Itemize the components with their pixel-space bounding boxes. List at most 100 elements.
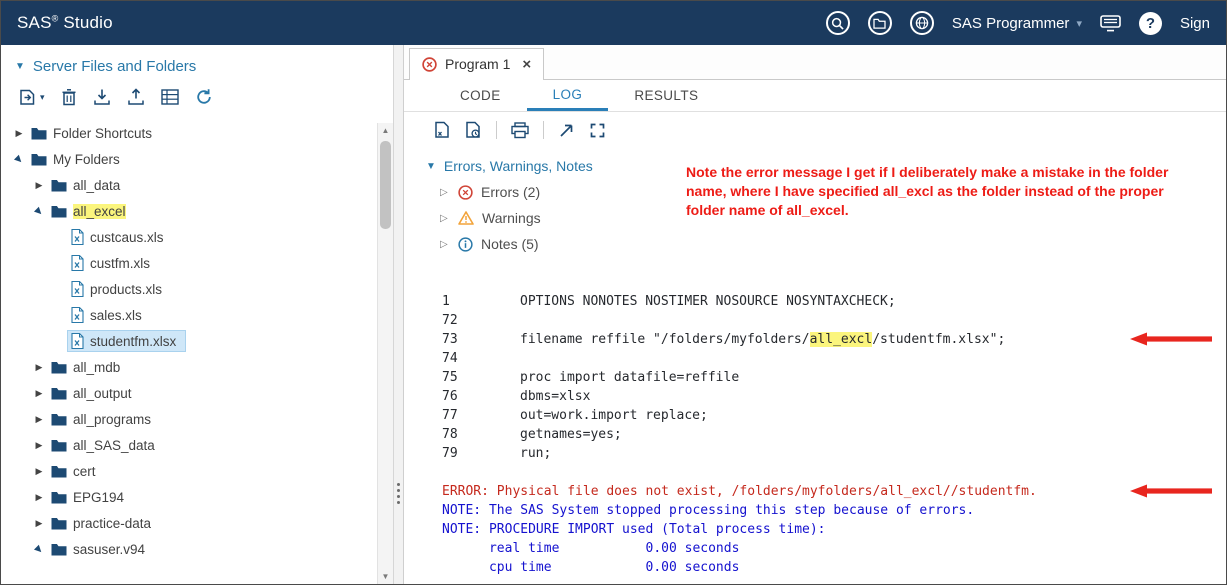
server-files-panel: ▼ Server Files and Folders ▾ bbox=[1, 45, 394, 584]
tree-item-all-sas-data[interactable]: ▶ all_SAS_data bbox=[1, 432, 393, 458]
collapse-icon[interactable]: ▶ bbox=[9, 149, 28, 168]
excel-file-icon bbox=[71, 281, 84, 297]
save-log-icon[interactable] bbox=[434, 121, 451, 139]
scroll-down-icon[interactable]: ▼ bbox=[378, 569, 393, 584]
expand-icon[interactable]: ▶ bbox=[31, 388, 47, 399]
tree-item-label: all_SAS_data bbox=[73, 438, 155, 453]
download-button[interactable] bbox=[93, 88, 111, 106]
expand-icon[interactable]: ▶ bbox=[31, 466, 47, 477]
tab-program-1[interactable]: Program 1 × bbox=[409, 48, 544, 80]
tab-log[interactable]: LOG bbox=[527, 80, 609, 111]
tree-item-sales-xls[interactable]: sales.xls bbox=[1, 302, 393, 328]
tree-item-sasuser-v94[interactable]: ▶sasuser.v94 bbox=[1, 536, 393, 562]
server-files-header[interactable]: ▼ Server Files and Folders bbox=[1, 45, 393, 83]
preferences-icon[interactable] bbox=[1100, 15, 1121, 32]
folder-icon bbox=[31, 153, 47, 166]
collapse-icon[interactable]: ▶ bbox=[29, 539, 48, 558]
folder-icon bbox=[51, 491, 67, 504]
divider bbox=[543, 121, 544, 139]
code-text: OPTIONS NONOTES NOSTIMER NOSOURCE NOSYNT… bbox=[520, 294, 896, 309]
delete-button[interactable] bbox=[61, 88, 77, 106]
folder-icon bbox=[51, 543, 67, 556]
splitter-handle-icon[interactable] bbox=[397, 483, 400, 504]
divider bbox=[496, 121, 497, 139]
expand-icon[interactable]: ▶ bbox=[31, 414, 47, 425]
clear-log-icon[interactable] bbox=[465, 121, 482, 139]
line-number: 76 bbox=[442, 387, 520, 406]
help-icon[interactable]: ? bbox=[1139, 12, 1162, 35]
line-number: 77 bbox=[442, 406, 520, 425]
expand-icon[interactable]: ▶ bbox=[11, 128, 27, 139]
log-line: 79run; bbox=[442, 444, 1226, 463]
tab-strip: Program 1 × bbox=[404, 45, 1226, 80]
tree-item-studentfm-xlsx[interactable]: studentfm.xlsx bbox=[1, 328, 393, 354]
open-new-window-icon[interactable] bbox=[558, 122, 575, 139]
notes-group[interactable]: ▷ Notes (5) bbox=[440, 236, 1226, 252]
user-menu-label: SAS Programmer bbox=[952, 15, 1070, 32]
sidebar-scrollbar[interactable]: ▲ ▼ bbox=[377, 123, 393, 584]
program-panel: Program 1 × CODE LOG RESULTS bbox=[404, 45, 1226, 584]
tree-item-all-output[interactable]: ▶all_output bbox=[1, 380, 393, 406]
tree-item-all-programs[interactable]: ▶all_programs bbox=[1, 406, 393, 432]
search-icon[interactable] bbox=[826, 11, 850, 35]
log-toolbar bbox=[404, 112, 1226, 148]
user-menu[interactable]: SAS Programmer ▾ bbox=[952, 15, 1082, 32]
close-icon[interactable]: × bbox=[522, 57, 531, 72]
tree-item-practice-data[interactable]: ▶ practice-data bbox=[1, 510, 393, 536]
print-icon[interactable] bbox=[511, 122, 529, 139]
log-line: 76dbms=xlsx bbox=[442, 387, 1226, 406]
code-text: proc import datafile=reffile bbox=[520, 370, 739, 385]
scroll-up-icon[interactable]: ▲ bbox=[378, 123, 393, 138]
collapse-icon: ▼ bbox=[426, 161, 436, 172]
tab-code[interactable]: CODE bbox=[434, 80, 527, 111]
excel-file-icon bbox=[71, 333, 84, 349]
sign-out-link[interactable]: Sign bbox=[1180, 15, 1210, 32]
expand-icon[interactable]: ▶ bbox=[31, 362, 47, 373]
collapse-icon[interactable]: ▶ bbox=[29, 201, 48, 220]
tree-item-custcaus-xls[interactable]: custcaus.xls bbox=[1, 224, 393, 250]
tree-item-all-excel[interactable]: ▶all_excel bbox=[1, 198, 393, 224]
log-note-message: cpu time 0.00 seconds bbox=[442, 558, 1226, 577]
folder-icon bbox=[51, 361, 67, 374]
expand-icon[interactable]: ▶ bbox=[31, 518, 47, 529]
code-text: run; bbox=[520, 446, 551, 461]
line-number: 74 bbox=[442, 349, 520, 368]
tree-item-all-mdb[interactable]: ▶ all_mdb bbox=[1, 354, 393, 380]
scrollbar-thumb[interactable] bbox=[380, 141, 391, 229]
expand-icon[interactable]: ▶ bbox=[31, 180, 47, 191]
tree-item-label: Folder Shortcuts bbox=[53, 126, 152, 141]
chevron-down-icon: ▾ bbox=[40, 92, 45, 103]
top-bar: SAS® Studio SAS Programmer ▾ ? Sign bbox=[1, 1, 1226, 45]
globe-icon[interactable] bbox=[910, 11, 934, 35]
expand-icon[interactable]: ▶ bbox=[31, 492, 47, 503]
log-error-message: ERROR: Physical file does not exist, /fo… bbox=[442, 482, 1226, 501]
tree-item-cert[interactable]: ▶cert bbox=[1, 458, 393, 484]
tree-item-my-folders[interactable]: ▶My Folders bbox=[1, 146, 393, 172]
files-toolbar: ▾ bbox=[1, 83, 393, 114]
new-item-button[interactable]: ▾ bbox=[19, 88, 45, 106]
expand-icon[interactable]: ▶ bbox=[31, 440, 47, 451]
tree-item-all-data[interactable]: ▶all_data bbox=[1, 172, 393, 198]
line-number: 73 bbox=[442, 330, 520, 349]
tab-results[interactable]: RESULTS bbox=[608, 80, 724, 111]
files-icon[interactable] bbox=[868, 11, 892, 35]
highlighted-code: all_excl bbox=[810, 332, 873, 347]
tree-item-custfm-xls[interactable]: custfm.xls bbox=[1, 250, 393, 276]
maximize-icon[interactable] bbox=[589, 122, 606, 139]
expand-icon: ▷ bbox=[440, 213, 450, 224]
tree-item-folder-shortcuts[interactable]: ▶ Folder Shortcuts bbox=[1, 120, 393, 146]
panel-splitter[interactable] bbox=[394, 45, 404, 584]
chevron-down-icon: ▾ bbox=[1076, 17, 1082, 30]
warning-icon bbox=[458, 211, 474, 225]
refresh-button[interactable] bbox=[195, 88, 213, 106]
tree-item-label: practice-data bbox=[73, 516, 151, 531]
properties-button[interactable] bbox=[161, 89, 179, 105]
expand-icon: ▷ bbox=[440, 187, 450, 198]
warnings-label: Warnings bbox=[482, 210, 541, 226]
tree-item-epg194[interactable]: ▶EPG194 bbox=[1, 484, 393, 510]
view-tabs: CODE LOG RESULTS bbox=[404, 80, 1226, 112]
tree-item-label: all_mdb bbox=[73, 360, 120, 375]
tree-item-label: sales.xls bbox=[90, 308, 142, 323]
upload-button[interactable] bbox=[127, 88, 145, 106]
tree-item-products-xls[interactable]: products.xls bbox=[1, 276, 393, 302]
